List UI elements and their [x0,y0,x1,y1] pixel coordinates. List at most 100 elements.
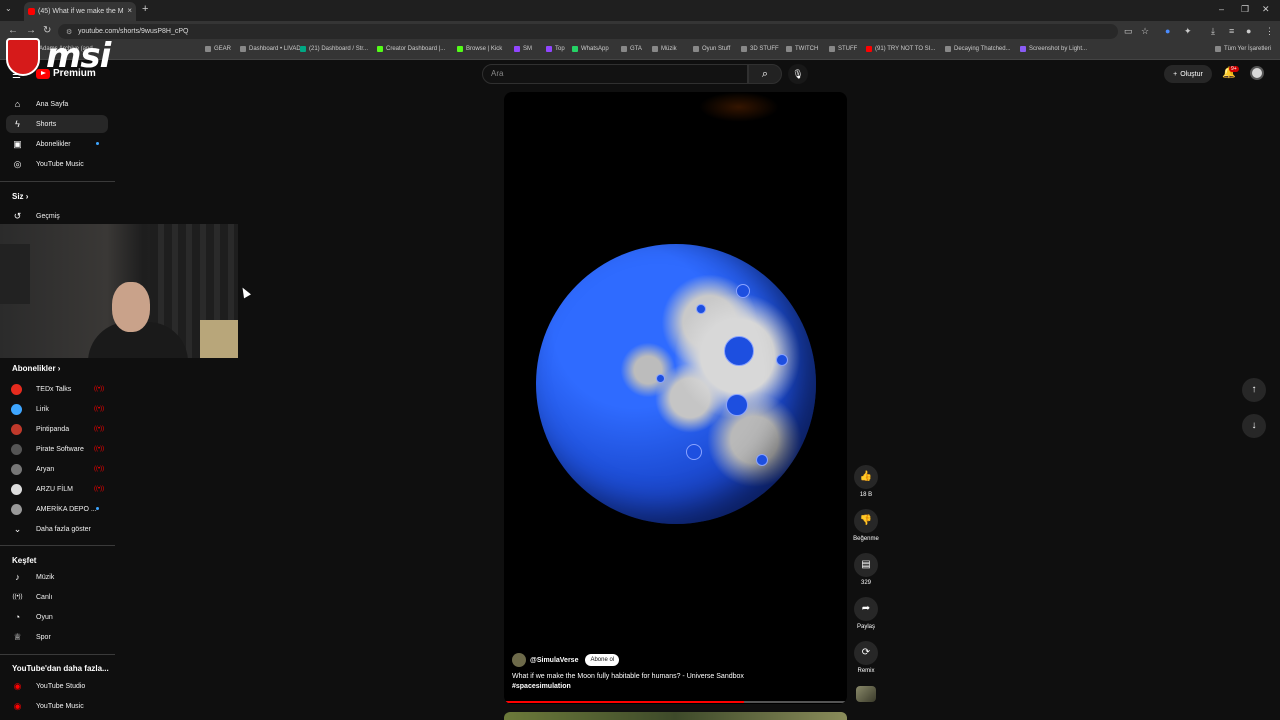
browser-menu-icon[interactable]: ⋮ [1265,26,1274,37]
moon-image [536,244,816,524]
remix-label: Remix [857,668,875,674]
channel-name[interactable]: @SimulaVerse [530,657,578,664]
shorts-player[interactable]: @SimulaVerse Abone ol What if we make th… [504,92,847,704]
share-button[interactable]: ➦ Paylaş [852,597,880,630]
section-subscriptions[interactable]: Abonelikler › [12,364,60,373]
extension-icon[interactable]: ● [1165,26,1170,36]
crater [724,336,754,366]
bookmark-item[interactable]: Müzik [652,46,677,52]
hashtag-link[interactable]: #spacesimulation [512,682,832,692]
subscription-item[interactable]: Aryan ((•)) [6,460,108,478]
channel-avatar [11,403,22,415]
restore-icon[interactable]: ❐ [1241,4,1249,15]
sidebar-item-label: Oyun [36,613,53,621]
dislike-button[interactable]: 👎 Beğenme [852,509,880,542]
minimize-icon[interactable]: – [1219,4,1224,14]
channel-avatar[interactable] [512,653,526,667]
bookmark-item[interactable]: GTA [621,46,642,52]
channel-avatar [11,463,22,475]
bookmark-label: Screenshot by Light... [1029,46,1088,52]
install-app-icon[interactable]: ▭ [1124,26,1133,37]
subscription-item[interactable]: Pirate Software ((•)) [6,440,108,458]
previous-short-button[interactable]: ↑ [1242,378,1266,402]
bookmark-item[interactable]: TWITCH [786,46,818,52]
channel-avatar [11,503,22,515]
sidebar-item-label: Canlı [36,593,53,601]
bookmark-item[interactable]: 3D STUFF [741,46,779,52]
sidebar-item-shorts[interactable]: ϟ Shorts [6,115,108,133]
explore-item[interactable]: ♕ Spor [6,628,108,646]
bookmark-item[interactable]: STUFF [829,46,857,52]
url-field[interactable]: youtube.com/shorts/9wusP8H_cPQ [58,24,1118,39]
explore-item[interactable]: ((•)) Canlı [6,588,108,606]
comments-button[interactable]: ▤ 329 [852,553,880,586]
bookmark-item[interactable]: (91) TRY NOT TO SI... [866,46,935,52]
sidebar-item-history[interactable]: ↺ Geçmiş [6,207,108,225]
dislike-label: Beğenme [853,536,879,542]
sidebar-item-label: Spor [36,633,51,641]
section-you[interactable]: Siz › [12,192,28,201]
new-tab-icon[interactable]: + [142,3,148,15]
bookmark-item[interactable]: Browse | Kick [457,46,502,52]
download-icon[interactable]: ⤓ [1211,26,1215,37]
bookmark-item[interactable]: Decaying Thatched... [945,46,1011,52]
create-button[interactable]: + Oluştur [1164,65,1212,83]
bookmark-item[interactable]: SM [514,46,532,52]
webcam-overlay [0,224,238,358]
channel-avatar [11,423,22,435]
bookmark-item[interactable]: WhatsApp [572,46,609,52]
more-from-youtube-item[interactable]: ◉ YouTube Music [6,697,108,715]
bookmark-label: TWITCH [795,46,819,52]
bookmark-item[interactable]: (21) Dashboard / Str... [300,46,368,52]
bookmark-label: Creator Dashboard |... [386,46,446,52]
crater [656,374,665,383]
sidebar-item-abonelikler[interactable]: ▣ Abonelikler [6,135,108,153]
next-short-button[interactable]: ↓ [1242,414,1266,438]
all-bookmarks-label: Tüm Yer İşaretleri [1224,46,1272,52]
sidebar-item-ana-sayfa[interactable]: ⌂ Ana Sayfa [6,95,108,113]
extensions-puzzle-icon[interactable]: ✦ [1184,26,1192,37]
bookmark-favicon-icon [693,46,699,52]
sidebar-item-label: YouTube Music [36,160,84,168]
show-more-button[interactable]: ⌄ Daha fazla göster [6,520,108,538]
voice-search-button[interactable]: 🎙 [788,64,808,84]
section-more-from-youtube[interactable]: YouTube'dan daha fazla... [12,664,109,673]
more-from-youtube-item[interactable]: ◉ YouTube Studio [6,677,108,695]
subscription-item[interactable]: Pintipanda ((•)) [6,420,108,438]
search-input[interactable]: Ara [482,64,748,84]
youtube-favicon-icon [28,8,35,15]
short-title[interactable]: What if we make the Moon fully habitable… [512,672,832,692]
next-short-preview[interactable] [504,712,847,720]
subscribe-button[interactable]: Abone ol [585,654,620,666]
bookmark-item[interactable]: GEAR [205,46,231,52]
explore-item[interactable]: ♪ Müzik [6,568,108,586]
subscription-item[interactable]: Lirik ((•)) [6,400,108,418]
section-explore[interactable]: Keşfet [12,556,36,565]
bookmark-item[interactable]: Top [546,46,565,52]
like-button[interactable]: 👍 18 B [852,465,880,498]
bookmark-item[interactable]: Creator Dashboard |... [377,46,445,52]
sound-thumbnail[interactable] [856,686,876,702]
reading-list-icon[interactable]: ≡ [1229,26,1234,36]
tab-search-icon[interactable]: ⌄ [5,4,12,13]
explore-item[interactable]: ◔ Oyun [6,608,108,626]
browser-tab-active[interactable]: (45) What if we make the M × [24,2,136,21]
avatar[interactable] [1250,66,1264,80]
subscription-item[interactable]: TEDx Talks ((•)) [6,380,108,398]
bookmark-item[interactable]: Screenshot by Light... [1020,46,1087,52]
address-bar-row: ← → ↻ youtube.com/shorts/9wusP8H_cPQ ⚙ ▭… [0,21,1280,42]
search-button[interactable]: ⌕ [748,64,782,84]
browser-profile-icon[interactable]: ● [1246,26,1251,36]
bookmark-item[interactable]: Oyun Stuff [693,46,730,52]
bookmark-item[interactable]: Dashboard • LIVAD [240,46,301,52]
subscription-item[interactable]: AMERİKA DEPO ... [6,500,108,518]
all-bookmarks[interactable]: Tüm Yer İşaretleri [1215,46,1271,52]
remix-button[interactable]: ⟳ Remix [852,641,880,674]
window-close-icon[interactable]: ✕ [1262,4,1270,15]
bookmark-star-icon[interactable]: ☆ [1141,26,1149,37]
subscription-item[interactable]: ARZU FİLM ((•)) [6,480,108,498]
close-tab-icon[interactable]: × [127,6,132,15]
sidebar-item-youtube-music[interactable]: ◎ YouTube Music [6,155,108,173]
playback-progress-bar[interactable] [504,701,847,703]
bookmark-favicon-icon [829,46,835,52]
